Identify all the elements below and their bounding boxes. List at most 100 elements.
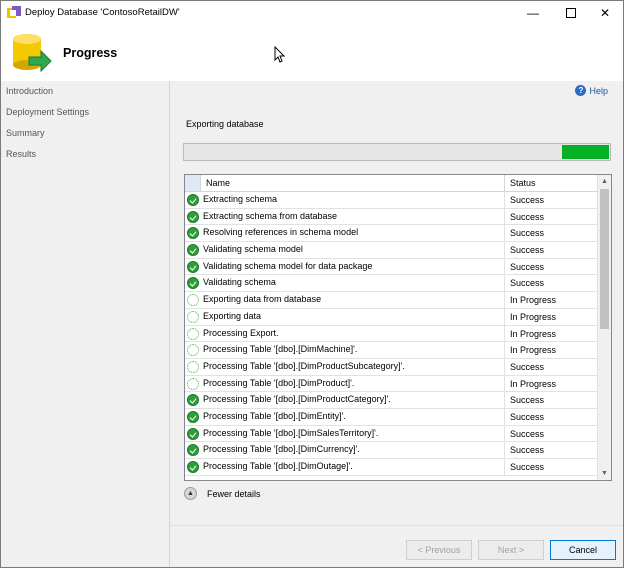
fewer-details-label: Fewer details (207, 488, 261, 499)
cell-status: Success (504, 192, 544, 208)
success-check-icon (187, 227, 199, 240)
success-check-icon (187, 444, 199, 457)
cell-status: In Progress (504, 308, 556, 325)
cell-status: Success (504, 225, 544, 242)
scrollbar-thumb[interactable] (600, 189, 609, 329)
mouse-cursor-icon (274, 46, 286, 63)
cell-operation-name: Validating schema model (203, 244, 303, 255)
column-header-name: Name (206, 178, 231, 188)
close-icon: ✕ (599, 6, 611, 20)
cell-status: Success (504, 258, 544, 275)
in-progress-spinner-icon (187, 377, 199, 390)
cell-status: In Progress (504, 292, 556, 308)
title-bar: Deploy Database 'ContosoRetailDW' — ✕ (1, 1, 623, 25)
wizard-footer: < Previous Next > Cancel (169, 525, 623, 567)
cell-operation-name: Processing Table '[dbo].[DimEntity]'. (203, 410, 346, 421)
sidebar-item-summary[interactable]: Summary (1, 123, 169, 144)
maximize-icon (566, 8, 576, 18)
status-heading: Exporting database (186, 119, 264, 129)
table-row[interactable]: Validating schema Success (185, 275, 599, 293)
help-icon: ? (575, 85, 587, 96)
table-row[interactable]: Validating schema model Success (185, 242, 599, 259)
progress-bar-fill (562, 145, 609, 159)
progress-bar (183, 143, 611, 161)
cell-status: Success (504, 459, 544, 475)
maximize-button[interactable] (553, 1, 589, 25)
minimize-icon: — (527, 6, 539, 20)
sidebar-item-deployment-settings[interactable]: Deployment Settings (1, 102, 169, 123)
cell-status: Success (504, 242, 544, 258)
success-check-icon (187, 194, 199, 206)
cell-operation-name: Exporting data from database (203, 294, 322, 305)
collapse-up-icon: ▲ (184, 487, 197, 500)
table-row[interactable]: Exporting data from database In Progress (185, 292, 599, 309)
operations-grid: Name Status Extracting schema Success Extr… (184, 174, 612, 481)
cell-status: In Progress (504, 325, 556, 342)
cell-operation-name: Processing Export. (203, 327, 279, 338)
scroll-up-icon[interactable]: ▲ (598, 175, 611, 188)
table-row[interactable]: Processing Table '[dbo].[DimOutage]'. Suc… (185, 459, 599, 476)
cell-operation-name: Extracting schema from database (203, 210, 338, 221)
previous-button[interactable]: < Previous (406, 540, 472, 560)
success-check-icon (187, 427, 199, 440)
cell-status: Success (504, 275, 544, 292)
cell-status: Success (504, 358, 544, 375)
cell-operation-name: Processing Table '[dbo].[DimProduct]'. (203, 377, 355, 388)
in-progress-spinner-icon (187, 294, 199, 307)
grid-header: Name Status (185, 175, 599, 192)
table-row[interactable]: Validating schema model for data package… (185, 258, 599, 276)
column-header-status: Status (504, 175, 536, 191)
cancel-button[interactable]: Cancel (550, 540, 616, 560)
in-progress-spinner-icon (187, 344, 199, 357)
table-row[interactable]: Resolving references in schema model Succ… (185, 225, 599, 243)
success-check-icon (187, 277, 199, 290)
in-progress-spinner-icon (187, 360, 199, 373)
cell-operation-name: Processing Table '[dbo].[DimOutage]'. (203, 461, 353, 471)
cell-operation-name: Processing Table '[dbo].[DimProductSubca… (203, 360, 405, 371)
table-row[interactable]: Processing Table '[dbo].[DimProductCateg… (185, 392, 599, 409)
table-row[interactable]: Extracting schema Success (185, 192, 599, 209)
progress-panel: ? Help Exporting database Name Status Ex… (169, 81, 623, 525)
cell-operation-name: Validating schema (203, 277, 276, 288)
cell-status: Success (504, 425, 544, 442)
table-row[interactable]: Processing Table '[dbo].[DimEntity]'. Suc… (185, 408, 599, 426)
success-check-icon (187, 260, 199, 273)
help-link[interactable]: ? Help (575, 85, 608, 96)
ssms-app-icon (7, 6, 21, 18)
cell-operation-name: Validating schema model for data package (203, 260, 373, 271)
table-row[interactable]: Extracting schema from database Success (185, 208, 599, 226)
table-row[interactable]: Processing Table '[dbo].[DimMachine]'. In… (185, 342, 599, 359)
database-deploy-icon (13, 34, 52, 73)
cell-operation-name: Processing Table '[dbo].[DimSalesTerrito… (203, 427, 379, 438)
cell-operation-name: Processing Table '[dbo].[DimMachine]'. (203, 344, 358, 355)
table-row[interactable]: Processing Table '[dbo].[DimProductSubca… (185, 358, 599, 376)
close-button[interactable]: ✕ (587, 1, 623, 25)
success-check-icon (187, 410, 199, 423)
table-row[interactable]: Processing Table '[dbo].[DimSalesTerrito… (185, 425, 599, 443)
table-row[interactable]: Processing Table '[dbo].[DimCurrency]'. S… (185, 442, 599, 459)
page-header: Progress (1, 25, 623, 81)
wizard-sidebar: Introduction Deployment Settings Summary… (1, 81, 169, 567)
cell-operation-name: Resolving references in schema model (203, 227, 359, 238)
success-check-icon (187, 244, 199, 257)
table-row[interactable]: Processing Table '[dbo].[DimProduct]'. In… (185, 375, 599, 393)
vertical-scrollbar[interactable]: ▲ ▼ (597, 175, 611, 480)
cell-operation-name: Processing Table '[dbo].[DimProductCateg… (203, 394, 391, 405)
grid-corner-cell (185, 175, 201, 191)
cell-operation-name: Exporting data (203, 310, 262, 321)
success-check-icon (187, 210, 199, 223)
minimize-button[interactable]: — (515, 1, 551, 25)
sidebar-item-introduction[interactable]: Introduction (1, 81, 169, 102)
page-title: Progress (63, 46, 118, 60)
window-title: Deploy Database 'ContosoRetailDW' (25, 7, 180, 18)
cell-operation-name: Extracting schema (203, 194, 278, 204)
grid-rows: Extracting schema Success Extracting schem… (185, 192, 599, 476)
scroll-down-icon[interactable]: ▼ (598, 467, 611, 480)
table-row[interactable]: Exporting data In Progress (185, 308, 599, 326)
table-row[interactable]: Processing Export. In Progress (185, 325, 599, 343)
cell-status: In Progress (504, 375, 556, 392)
sidebar-item-results[interactable]: Results (1, 144, 169, 165)
help-label: Help (589, 85, 608, 96)
next-button[interactable]: Next > (478, 540, 544, 560)
fewer-details-toggle[interactable]: ▲ Fewer details (184, 487, 261, 500)
